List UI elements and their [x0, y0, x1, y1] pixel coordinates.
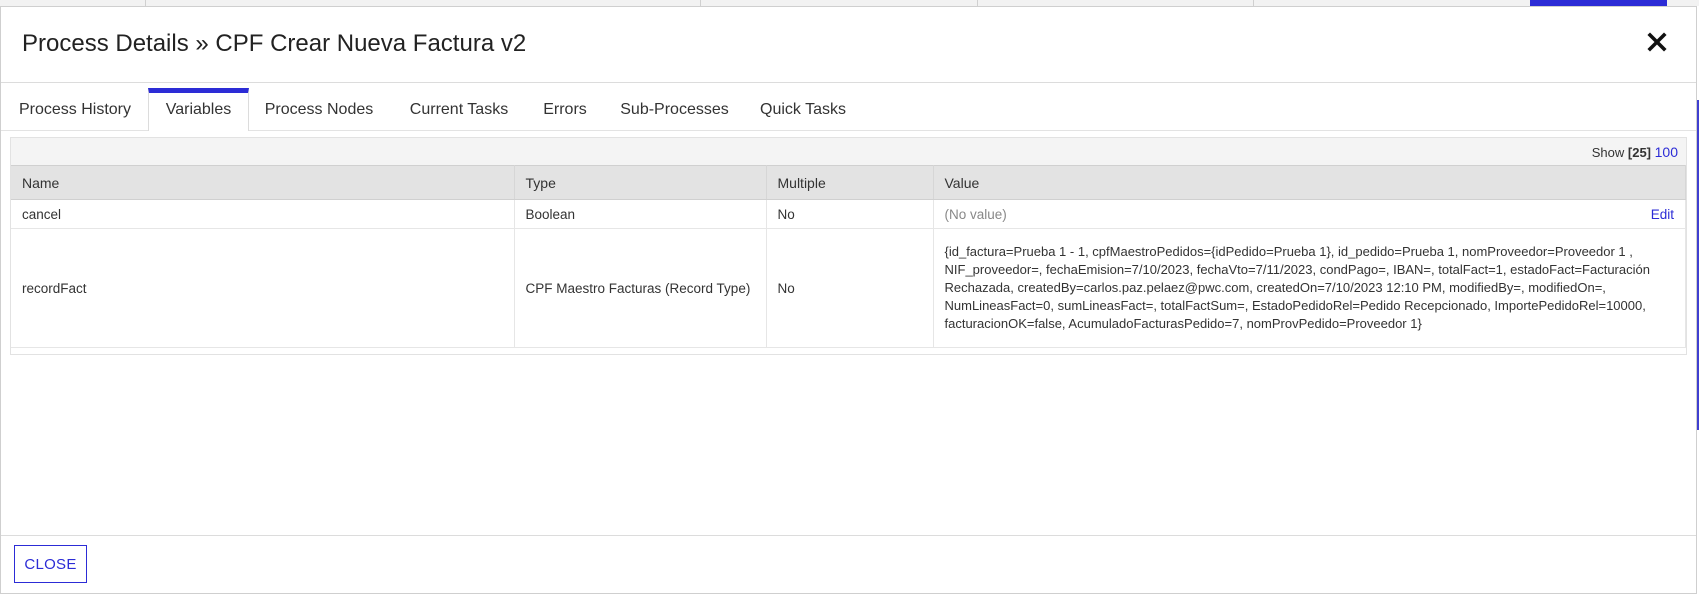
cell-type: CPF Maestro Facturas (Record Type)	[514, 228, 767, 348]
close-button[interactable]: CLOSE	[14, 545, 87, 583]
column-header-multiple[interactable]: Multiple	[766, 165, 934, 200]
value-text: {id_factura=Prueba 1 - 1, cpfMaestroPedi…	[944, 244, 1650, 331]
tab-sub-processes[interactable]: Sub-Processes	[612, 88, 737, 130]
cell-multiple: No	[766, 199, 934, 229]
tab-process-nodes[interactable]: Process Nodes	[257, 88, 381, 130]
modal-title: Process Details » CPF Crear Nueva Factur…	[22, 30, 527, 57]
cell-multiple: No	[766, 228, 934, 348]
page-size-selected: [25]	[1627, 145, 1652, 160]
tab-bar: Process History Variables Process Nodes …	[1, 88, 1696, 131]
page-size-control: Show [25] 100	[1592, 144, 1678, 160]
tab-current-tasks[interactable]: Current Tasks	[398, 88, 520, 130]
variables-table: Name Type Multiple Value cancel Boolean …	[11, 165, 1686, 348]
tab-process-history[interactable]: Process History	[9, 88, 141, 130]
table-row: recordFact CPF Maestro Facturas (Record …	[11, 228, 1686, 348]
table-row: cancel Boolean No (No value) Edit	[11, 199, 1686, 229]
column-header-value[interactable]: Value	[933, 165, 1686, 200]
variables-grid: Show [25] 100 Name Type Multiple Value c…	[10, 137, 1687, 355]
table-header-row: Name Type Multiple Value	[11, 165, 1686, 200]
process-details-modal: Process Details » CPF Crear Nueva Factur…	[0, 6, 1697, 594]
modal-header: Process Details » CPF Crear Nueva Factur…	[1, 7, 1696, 83]
cell-name: recordFact	[11, 228, 515, 348]
show-label: Show	[1591, 145, 1625, 160]
value-text: (No value)	[944, 206, 1007, 222]
cell-name: cancel	[11, 199, 515, 229]
grid-toolbar: Show [25] 100	[11, 138, 1686, 165]
column-header-name[interactable]: Name	[11, 165, 515, 200]
modal-footer: CLOSE	[1, 535, 1696, 593]
cell-value: {id_factura=Prueba 1 - 1, cpfMaestroPedi…	[933, 228, 1686, 348]
page-size-100-link[interactable]: 100	[1655, 144, 1678, 160]
column-header-type[interactable]: Type	[514, 165, 767, 200]
tab-variables[interactable]: Variables	[148, 88, 249, 131]
close-icon[interactable]	[1646, 31, 1668, 53]
edit-link[interactable]: Edit	[1651, 207, 1674, 222]
tab-quick-tasks[interactable]: Quick Tasks	[753, 88, 853, 130]
cell-value: (No value) Edit	[933, 199, 1686, 229]
tab-errors[interactable]: Errors	[535, 88, 595, 130]
cell-type: Boolean	[514, 199, 767, 229]
